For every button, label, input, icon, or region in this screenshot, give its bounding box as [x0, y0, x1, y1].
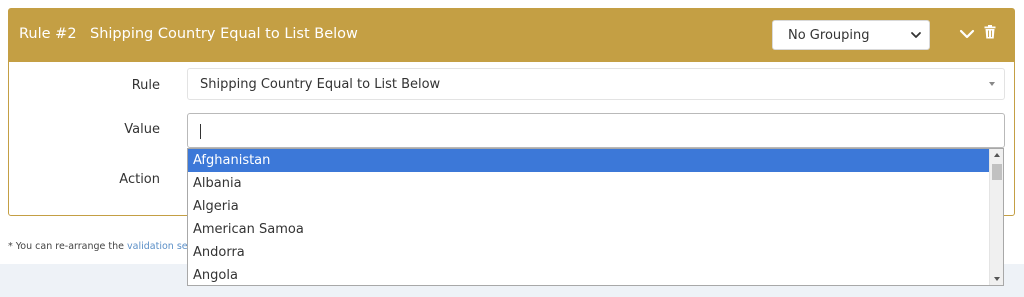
- list-item[interactable]: Andorra: [188, 241, 989, 264]
- scrollbar-thumb[interactable]: [992, 164, 1002, 180]
- list-item[interactable]: Albania: [188, 172, 989, 195]
- grouping-select[interactable]: No Grouping: [772, 20, 930, 50]
- help-text-prefix: * You can re-arrange the: [8, 241, 128, 252]
- rule-header: Rule #2 Shipping Country Equal to List B…: [9, 9, 1014, 62]
- list-item[interactable]: Angola: [188, 264, 989, 285]
- grouping-select-value: No Grouping: [788, 28, 870, 43]
- chevron-down-icon[interactable]: [959, 26, 975, 42]
- list-item[interactable]: American Samoa: [188, 218, 989, 241]
- scroll-up-icon[interactable]: [994, 153, 1000, 157]
- rule-select[interactable]: Shipping Country Equal to List Below: [187, 68, 1005, 100]
- caret-down-icon: [989, 82, 995, 86]
- list-item[interactable]: Algeria: [188, 195, 989, 218]
- action-label: Action: [119, 172, 160, 187]
- rule-select-value: Shipping Country Equal to List Below: [200, 77, 441, 92]
- rule-number: Rule #2: [19, 26, 77, 42]
- dropdown-scrollbar[interactable]: [989, 149, 1003, 285]
- help-text: * You can re-arrange the validation sequ: [8, 241, 200, 252]
- chevron-down-icon: [911, 32, 921, 38]
- rule-title: Shipping Country Equal to List Below: [90, 26, 358, 42]
- rule-label: Rule: [131, 78, 160, 93]
- list-item[interactable]: Afghanistan: [188, 149, 989, 172]
- value-input[interactable]: [187, 113, 1005, 148]
- text-cursor: [200, 124, 201, 139]
- country-dropdown-list: Afghanistan Albania Algeria American Sam…: [187, 148, 1004, 286]
- value-label: Value: [124, 122, 160, 137]
- scroll-down-icon[interactable]: [994, 277, 1000, 281]
- trash-icon[interactable]: [984, 25, 996, 39]
